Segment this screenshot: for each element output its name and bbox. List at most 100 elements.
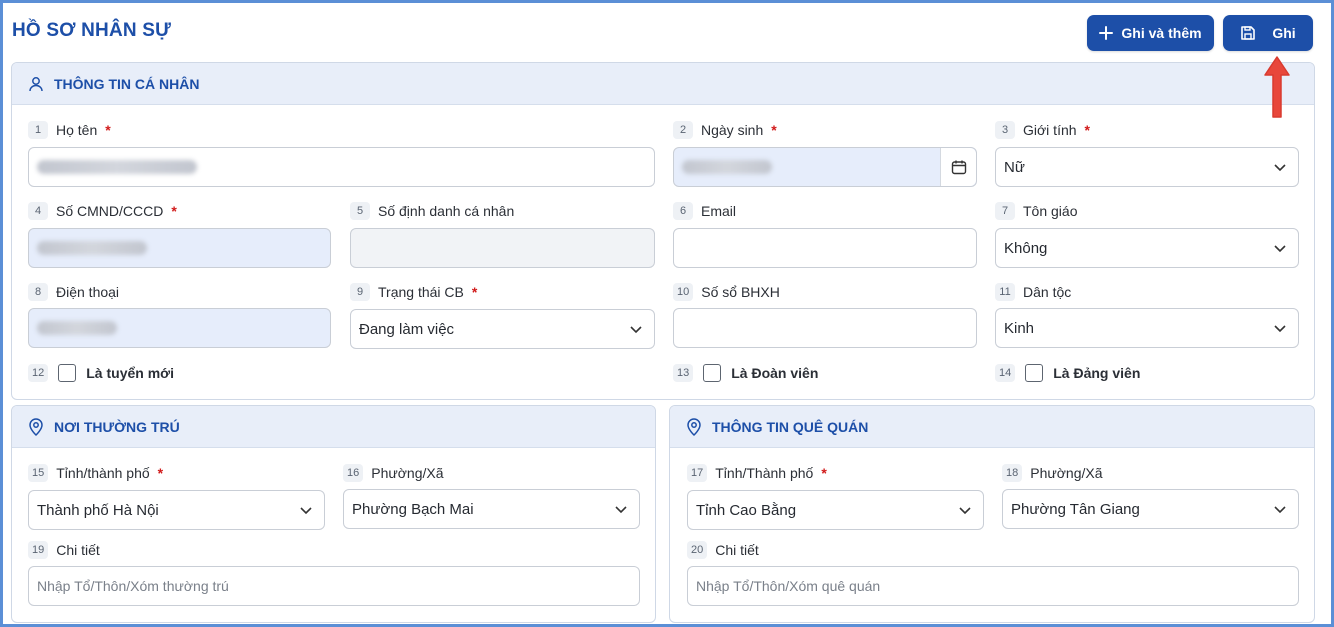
gender-select[interactable]: Nữ	[995, 147, 1299, 187]
staff-status-select[interactable]: Đang làm việc	[350, 309, 655, 349]
hometown-ward-select[interactable]: Phường Tân Giang	[1002, 489, 1299, 529]
new-recruit-checkbox[interactable]	[58, 364, 77, 382]
hometown-ward-value: Phường Tân Giang	[1011, 500, 1140, 518]
hometown-province-value: Tỉnh Cao Bằng	[696, 501, 797, 519]
social-insurance-label: 10 Số sổ BHXH	[673, 283, 780, 301]
field-number: 14	[995, 364, 1016, 382]
save-and-add-label: Ghi và thêm	[1121, 25, 1202, 41]
hometown-detail-label: 20 Chi tiết	[687, 541, 759, 559]
hometown-detail-input[interactable]: Nhập Tổ/Thôn/Xóm quê quán	[687, 566, 1299, 606]
label-text: Ngày sinh	[701, 122, 764, 138]
personal-info-header: THÔNG TIN CÁ NHÂN	[12, 63, 1314, 105]
redacted-value	[682, 160, 772, 174]
chevron-down-icon	[959, 507, 971, 515]
required-mark: *	[771, 122, 777, 138]
save-and-add-button[interactable]: Ghi và thêm	[1087, 15, 1214, 51]
field-number: 16	[343, 464, 364, 482]
party-member-label: Là Đảng viên	[1053, 365, 1141, 381]
personal-id-label: 5 Số định danh cá nhân	[350, 202, 514, 220]
full-name-input[interactable]	[28, 147, 655, 187]
youth-union-label: Là Đoàn viên	[731, 365, 819, 381]
label-text: Chi tiết	[715, 542, 759, 558]
field-number: 18	[1002, 464, 1023, 482]
hometown-header: THÔNG TIN QUÊ QUÁN	[670, 406, 1314, 448]
location-pin-icon	[687, 417, 701, 436]
label-text: Email	[701, 203, 737, 219]
label-text: Dân tộc	[1023, 284, 1072, 300]
label-text: Số định danh cá nhân	[378, 203, 515, 219]
label-text: Họ tên	[56, 122, 98, 138]
hometown-province-label: 17 Tỉnh/Thành phố *	[687, 464, 827, 482]
ethnicity-value: Kinh	[1004, 319, 1035, 337]
label-text: Chi tiết	[56, 542, 100, 558]
field-number: 20	[687, 541, 708, 559]
residence-province-label: 15 Tỉnh/thành phố *	[28, 464, 163, 482]
gender-value: Nữ	[1004, 158, 1025, 176]
residence-province-value: Thành phố Hà Nội	[37, 501, 159, 519]
required-mark: *	[157, 465, 164, 481]
save-label: Ghi	[1272, 25, 1296, 41]
plus-icon	[1099, 26, 1114, 40]
residence-detail-input[interactable]: Nhập Tổ/Thôn/Xóm thường trú	[28, 566, 640, 606]
label-text: Số CMND/CCCD	[56, 203, 164, 219]
phone-input[interactable]	[28, 308, 331, 348]
ethnicity-select[interactable]: Kinh	[995, 308, 1299, 348]
email-input[interactable]	[673, 228, 977, 268]
label-text: Tôn giáo	[1023, 203, 1078, 219]
party-member-checkbox[interactable]	[1025, 364, 1044, 382]
field-number: 15	[28, 464, 49, 482]
user-icon	[29, 76, 43, 91]
calendar-icon[interactable]	[940, 148, 976, 186]
required-mark: *	[471, 284, 478, 300]
floppy-disk-icon	[1241, 26, 1256, 40]
chevron-down-icon	[300, 507, 312, 515]
residence-province-select[interactable]: Thành phố Hà Nội	[28, 490, 325, 530]
required-mark: *	[1084, 122, 1090, 138]
id-number-label: 4 Số CMND/CCCD *	[28, 202, 177, 220]
redacted-value	[37, 321, 117, 335]
required-mark: *	[171, 203, 177, 219]
label-text: Phường/Xã	[371, 465, 444, 481]
birth-date-input[interactable]	[673, 147, 977, 187]
field-number: 4	[28, 202, 48, 220]
permanent-residence-header: NƠI THƯỜNG TRÚ	[12, 406, 655, 448]
label-text: Trạng thái CB	[378, 284, 464, 300]
personal-id-input[interactable]	[350, 228, 655, 268]
chevron-down-icon	[1274, 506, 1286, 514]
personal-info-title: THÔNG TIN CÁ NHÂN	[54, 75, 200, 92]
label-text: Giới tính	[1023, 122, 1077, 138]
residence-ward-label: 16 Phường/Xã	[343, 464, 444, 482]
page-title: HỒ SƠ NHÂN SỰ	[12, 20, 172, 41]
residence-detail-placeholder: Nhập Tổ/Thôn/Xóm thường trú	[37, 578, 229, 594]
hometown-province-select[interactable]: Tỉnh Cao Bằng	[687, 490, 984, 530]
permanent-residence-title: NƠI THƯỜNG TRÚ	[54, 418, 180, 435]
label-text: Điện thoại	[56, 284, 120, 300]
chevron-down-icon	[630, 326, 642, 334]
party-member-checkbox-row: 14 Là Đảng viên	[995, 364, 1140, 382]
label-text: Phường/Xã	[1030, 465, 1103, 481]
staff-status-label: 9 Trạng thái CB *	[350, 283, 477, 301]
location-pin-icon	[29, 417, 43, 436]
residence-ward-value: Phường Bạch Mai	[352, 500, 474, 518]
field-number: 7	[995, 202, 1015, 220]
hometown-ward-label: 18 Phường/Xã	[1002, 464, 1103, 482]
field-number: 17	[687, 464, 708, 482]
new-recruit-label: Là tuyển mới	[86, 365, 174, 381]
save-button[interactable]: Ghi	[1223, 15, 1313, 51]
residence-ward-select[interactable]: Phường Bạch Mai	[343, 489, 640, 529]
religion-value: Không	[1004, 239, 1048, 257]
religion-select[interactable]: Không	[995, 228, 1299, 268]
ethnicity-label: 11 Dân tộc	[995, 283, 1071, 301]
youth-union-checkbox[interactable]	[703, 364, 722, 382]
social-insurance-input[interactable]	[673, 308, 977, 348]
field-number: 13	[673, 364, 694, 382]
new-recruit-checkbox-row: 12 Là tuyển mới	[28, 364, 174, 382]
phone-label: 8 Điện thoại	[28, 283, 119, 301]
label-text: Tỉnh/Thành phố	[715, 465, 814, 481]
religion-label: 7 Tôn giáo	[995, 202, 1077, 220]
required-mark: *	[821, 465, 827, 481]
email-label: 6 Email	[673, 202, 736, 220]
redacted-value	[37, 241, 147, 255]
id-number-input[interactable]	[28, 228, 331, 268]
field-number: 8	[28, 283, 48, 301]
